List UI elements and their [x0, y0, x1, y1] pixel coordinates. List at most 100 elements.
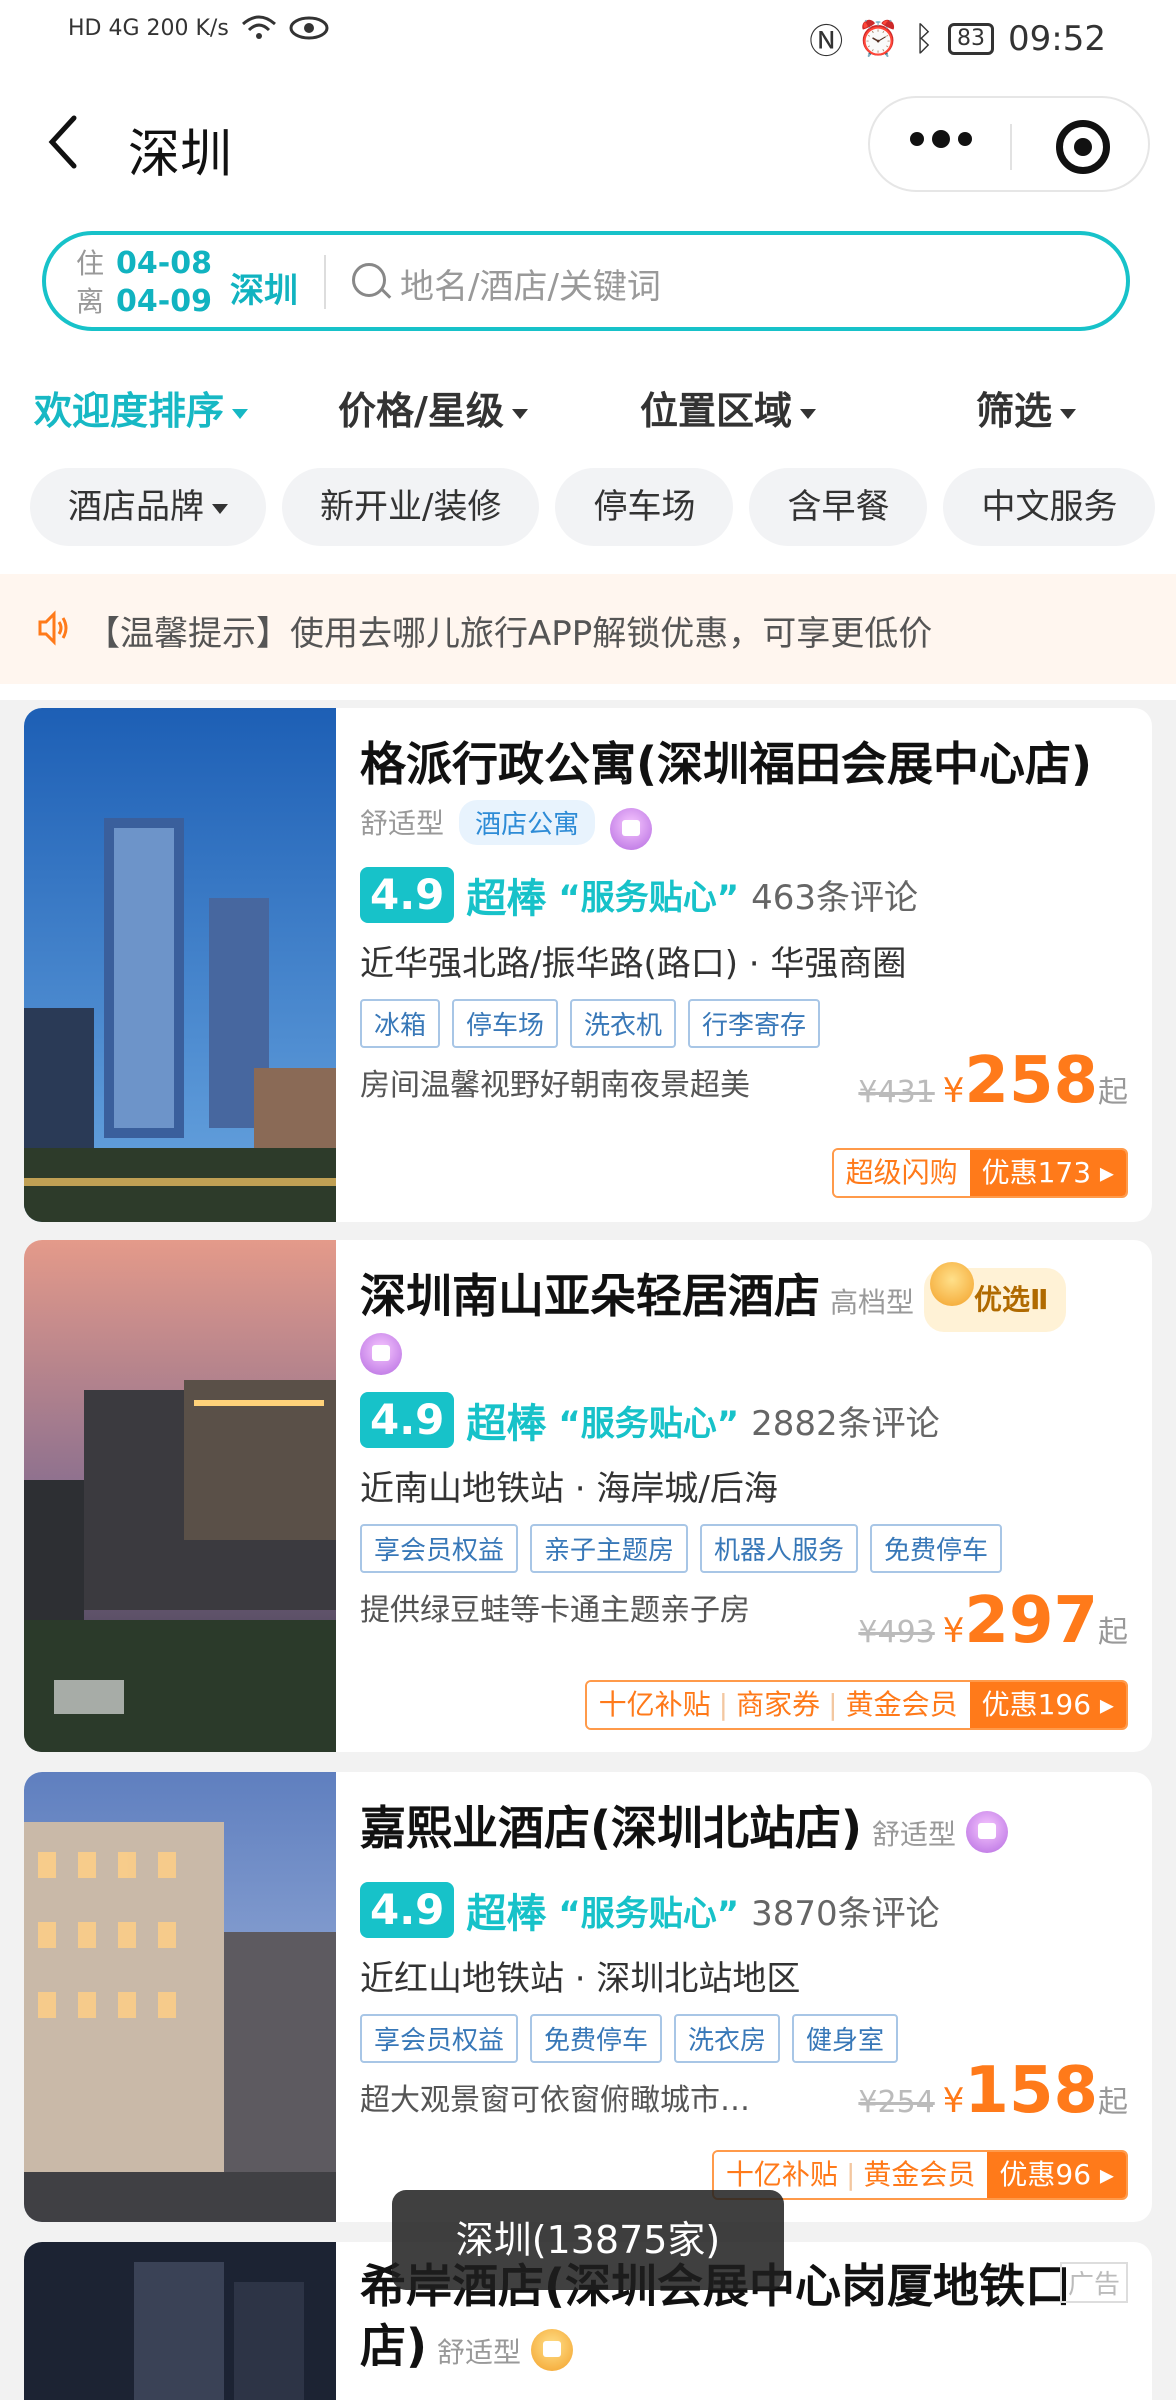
rating-quote: “服务贴心”	[558, 1893, 740, 1934]
signal-info: HD 4G 200 K/s	[68, 15, 229, 41]
quick-filter-chips: 酒店品牌 新开业/装修 停车场 含早餐 中文服务	[30, 468, 1176, 546]
search-input[interactable]: 地名/酒店/关键词	[400, 259, 661, 308]
promo-label: 超级闪购	[833, 1150, 970, 1196]
rating-row: 4.9 超棒 “服务贴心” 463条评论	[360, 866, 1140, 924]
youxuan-badge: 优选Ⅱ	[924, 1261, 1067, 1332]
clock: 09:52	[1008, 18, 1106, 59]
facility-tag: 行李寄存	[688, 998, 821, 1048]
price-block: ¥493 ¥297起	[858, 1584, 1128, 1658]
thumbs-up-medal-icon	[531, 2328, 574, 2371]
facility-tag: 洗衣房	[674, 2014, 781, 2063]
wifi-icon	[241, 15, 276, 39]
ad-label: 广告	[1059, 2262, 1128, 2303]
header-area: HD 4G 200 K/s Ⓝ ⏰ ᛒ 83 09:52 深圳 住 04-08 离…	[0, 0, 1176, 700]
discount-label: 优惠173 ▸	[969, 1150, 1126, 1196]
tip-banner[interactable]: 【温馨提示】使用去哪儿旅行APP解锁优惠，可享更低价	[0, 574, 1176, 684]
rating-score: 4.9	[360, 1882, 455, 1938]
rating-level: 超棒	[466, 1401, 547, 1447]
sort-price-star[interactable]: 价格/星级	[338, 380, 528, 435]
price-block: ¥254 ¥158起	[858, 2054, 1128, 2128]
page-title: 深圳	[128, 125, 233, 185]
original-price: ¥431	[858, 1075, 935, 1110]
rating-row: 4.9 超棒 “服务贴心” 2882条评论	[360, 1391, 1140, 1449]
hotel-type-tag: 酒店公寓	[459, 800, 596, 845]
thumbs-up-medal-icon	[610, 807, 653, 850]
hotel-name-row: 深圳南山亚朵轻居酒店 高档型 优选Ⅱ	[360, 1261, 1140, 1333]
status-right: Ⓝ ⏰ ᛒ 83 09:52	[809, 14, 1106, 63]
original-price: ¥493	[858, 1615, 935, 1650]
rating-score: 4.9	[360, 866, 455, 923]
hotel-info: 深圳南山亚朵轻居酒店 高档型 优选Ⅱ 4.9 超棒 “服务贴心” 2882条评论 近…	[360, 1261, 1140, 1629]
result-count-toast: 深圳(13875家)	[392, 2190, 784, 2290]
hotel-grade: 高档型	[830, 1286, 915, 1319]
promo-badge: 十亿补贴 | 商家券 | 黄金会员 优惠196 ▸	[584, 1680, 1128, 1730]
sort-filter[interactable]: 筛选	[976, 380, 1077, 435]
close-target-icon[interactable]	[1056, 120, 1110, 174]
checkin-label: 住	[76, 247, 105, 280]
checkout-label: 离	[76, 285, 105, 318]
facility-tags: 冰箱 停车场 洗衣机 行李寄存	[360, 998, 1140, 1048]
chip-breakfast[interactable]: 含早餐	[749, 468, 928, 546]
facility-tag: 机器人服务	[700, 1524, 859, 1573]
hotel-name-row: 嘉熙业酒店(深圳北站店) 舒适型	[360, 1798, 1140, 1865]
date-selector[interactable]: 住 04-08 离 04-09	[76, 245, 212, 321]
nfc-icon: Ⓝ	[809, 22, 844, 62]
hotel-name: 嘉熙业酒店(深圳北站店)	[360, 1801, 863, 1855]
facility-tag: 享会员权益	[360, 1524, 519, 1573]
sort-bar: 欢迎度排序 价格/星级 位置区域 筛选	[0, 380, 1176, 440]
hotel-name: 格派行政公寓(深圳福田会展中心店)	[360, 737, 1093, 791]
hotel-grade: 舒适型	[872, 1818, 957, 1851]
checkout-date: 04-09	[116, 284, 212, 319]
checkin-date: 04-08	[116, 246, 212, 281]
city-selector[interactable]: 深圳	[230, 263, 298, 312]
status-bar: HD 4G 200 K/s Ⓝ ⏰ ᛒ 83 09:52	[0, 0, 1176, 72]
discount-label: 优惠196 ▸	[969, 1682, 1126, 1728]
facility-tags: 享会员权益 亲子主题房 机器人服务 免费停车	[360, 1524, 1140, 1573]
speaker-icon	[38, 610, 68, 646]
eye-icon	[289, 16, 329, 40]
original-price: ¥254	[858, 2085, 935, 2120]
price: 258	[964, 1044, 1098, 1118]
hotel-card[interactable]: 嘉熙业酒店(深圳北站店) 舒适型 4.9 超棒 “服务贴心” 3870条评论 近红…	[24, 1772, 1152, 2222]
miniprogram-capsule	[868, 96, 1150, 192]
chip-new-open[interactable]: 新开业/装修	[282, 468, 540, 546]
review-count: 3870条评论	[751, 1893, 940, 1934]
price-suffix: 起	[1098, 1075, 1128, 1110]
hotel-name: 深圳南山亚朵轻居酒店	[360, 1269, 820, 1323]
currency: ¥	[942, 2081, 965, 2121]
rating-score: 4.9	[360, 1392, 455, 1448]
review-count: 2882条评论	[751, 1403, 940, 1444]
chip-chinese-service[interactable]: 中文服务	[943, 468, 1156, 546]
sort-location[interactable]: 位置区域	[640, 380, 817, 435]
facility-tag: 享会员权益	[360, 2014, 519, 2063]
hotel-photo	[24, 1772, 336, 2222]
alarm-icon: ⏰	[857, 18, 900, 59]
facility-tag: 洗衣机	[570, 998, 677, 1048]
chip-parking[interactable]: 停车场	[555, 468, 734, 546]
hotel-photo	[24, 708, 336, 1222]
battery-indicator: 83	[948, 22, 995, 55]
rating-row: 4.9 超棒 “服务贴心” 3870条评论	[360, 1881, 1140, 1939]
thumbs-up-medal-icon	[360, 1333, 402, 1375]
back-arrow-icon[interactable]	[44, 112, 84, 172]
rating-quote: “服务贴心”	[558, 1403, 740, 1444]
rating-level: 超棒	[466, 1891, 547, 1937]
price: 158	[964, 2054, 1098, 2128]
price-suffix: 起	[1098, 2085, 1128, 2120]
sort-popularity[interactable]: 欢迎度排序	[34, 380, 249, 435]
hotel-card[interactable]: 深圳南山亚朵轻居酒店 高档型 优选Ⅱ 4.9 超棒 “服务贴心” 2882条评论 近…	[24, 1240, 1152, 1752]
facility-tag: 亲子主题房	[530, 1524, 689, 1573]
facility-tag: 停车场	[452, 998, 559, 1048]
tip-text: 【温馨提示】使用去哪儿旅行APP解锁优惠，可享更低价	[86, 614, 933, 654]
chip-brand[interactable]: 酒店品牌	[30, 468, 266, 546]
hotel-card[interactable]: 格派行政公寓(深圳福田会展中心店) 舒适型 酒店公寓 4.9 超棒 “服务贴心”…	[24, 708, 1152, 1222]
promo-labels: 十亿补贴 | 商家券 | 黄金会员	[586, 1682, 970, 1728]
promo-badge: 超级闪购 优惠173 ▸	[831, 1148, 1128, 1198]
more-icon[interactable]	[910, 130, 972, 148]
currency: ¥	[942, 1611, 965, 1651]
bluetooth-icon: ᛒ	[913, 18, 935, 59]
facility-tag: 冰箱	[360, 998, 441, 1048]
search-icon	[352, 263, 386, 297]
discount-label: 优惠96 ▸	[987, 2152, 1126, 2198]
search-bar[interactable]: 住 04-08 离 04-09 深圳 地名/酒店/关键词	[42, 231, 1130, 331]
